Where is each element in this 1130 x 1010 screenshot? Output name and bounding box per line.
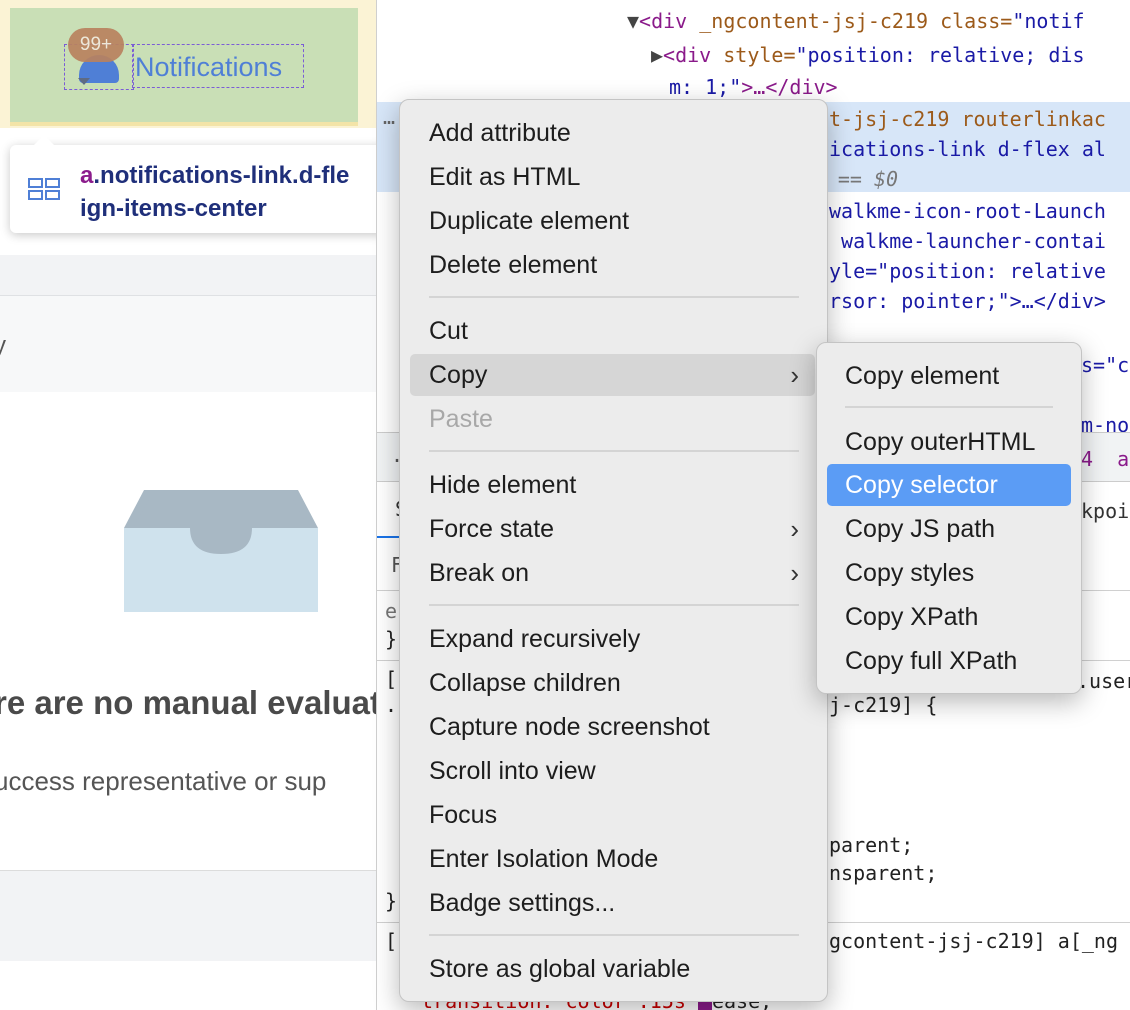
dollar-zero-ref: == $0 [825, 167, 899, 191]
dom-node-line[interactable]: s="c [1081, 350, 1129, 380]
breadcrumb-fragment[interactable]: 4 a [1081, 444, 1129, 474]
copy-submenu: Copy element Copy outerHTML Copy selecto… [816, 342, 1082, 694]
menu-separator [429, 450, 799, 452]
menu-item-break-on-label: Break on [429, 559, 530, 587]
page-footer-band [0, 870, 378, 961]
menu-item-badge-settings[interactable]: Badge settings... [410, 882, 815, 924]
menu-separator [429, 604, 799, 606]
menu-item-focus[interactable]: Focus [410, 794, 815, 836]
tooltip-selector: a.notifications-link.d-fle ign-items-cen… [80, 159, 378, 225]
style-rule-fragment: [ [385, 929, 398, 953]
tooltip-classes: .notifications-link.d-fle [93, 162, 350, 189]
dom-node-line[interactable]: ications-link d-flex al [829, 134, 1106, 164]
dom-node-line[interactable]: t-jsj-c219 routerlinkac [829, 104, 1106, 134]
style-rule-brace: } [385, 889, 398, 913]
menu-item-edit-as-html[interactable]: Edit as HTML [410, 156, 815, 198]
dom-node-line: m: 1;">…</div> [669, 75, 838, 99]
menu-separator [429, 296, 799, 298]
menu-item-delete-element[interactable]: Delete element [410, 244, 815, 286]
menu-item-scroll-into-view[interactable]: Scroll into view [410, 750, 815, 792]
submenu-item-copy-selector[interactable]: Copy selector [827, 464, 1071, 506]
dom-node-line[interactable]: ▶<div style="position: relative; dis [651, 40, 1085, 70]
notifications-link[interactable]: Notifications [132, 44, 304, 88]
dom-node-line[interactable]: walkme-launcher-contai [829, 226, 1106, 256]
tooltip-classes-line2: ign-items-center [80, 195, 267, 222]
submenu-item-copy-xpath[interactable]: Copy XPath [827, 596, 1071, 638]
menu-item-store-as-global-variable[interactable]: Store as global variable [410, 948, 815, 990]
empty-state-title: re are no manual evaluat [0, 684, 378, 721]
dom-node-line[interactable]: walkme-icon-root-Launch [829, 196, 1106, 226]
empty-state-subtitle: uccess representative or sup [0, 766, 327, 796]
menu-item-cut[interactable]: Cut [410, 310, 815, 352]
style-rule-selector: j-c219] { [829, 693, 938, 717]
submenu-item-copy-js-path[interactable]: Copy JS path [827, 508, 1071, 550]
context-menu: Add attribute Edit as HTML Duplicate ele… [399, 99, 828, 1002]
menu-separator [429, 934, 799, 936]
submenu-item-copy-element[interactable]: Copy element [827, 355, 1071, 397]
page-grey-band [0, 255, 378, 296]
style-declaration: nsparent; [829, 861, 938, 885]
submenu-item-copy-styles[interactable]: Copy styles [827, 552, 1071, 594]
dom-node-line[interactable]: rsor: pointer;">…</div> [829, 286, 1106, 316]
flex-layout-icon [28, 178, 60, 200]
submenu-item-copy-full-xpath[interactable]: Copy full XPath [827, 640, 1071, 682]
submenu-item-copy-outerhtml[interactable]: Copy outerHTML [827, 421, 1071, 463]
tab-dom-breakpoints[interactable]: kpoi [1081, 496, 1129, 526]
menu-item-capture-node-screenshot[interactable]: Capture node screenshot [410, 706, 815, 748]
empty-inbox-icon [124, 490, 318, 612]
menu-item-paste: Paste [429, 405, 493, 433]
node-ellipsis[interactable]: … [383, 102, 395, 132]
dom-node-line[interactable]: yle="position: relative [829, 256, 1106, 286]
section-heading-fragment: y [0, 332, 6, 359]
style-rule-brace: } [385, 627, 398, 651]
menu-item-copy-label: Copy [429, 361, 488, 389]
chevron-right-icon: › [790, 360, 799, 390]
chevron-right-icon: › [790, 514, 799, 544]
style-rule-fragment: e [385, 599, 398, 623]
style-rule-fragment: . [385, 693, 398, 717]
menu-item-add-attribute[interactable]: Add attribute [410, 112, 815, 154]
menu-item-copy[interactable]: Copy › [410, 354, 815, 396]
expand-triangle-icon[interactable]: ▼ [627, 9, 639, 33]
menu-item-hide-element[interactable]: Hide element [410, 464, 815, 506]
menu-item-force-state-label: Force state [429, 515, 555, 543]
section-bar [0, 296, 378, 392]
chevron-right-icon: › [790, 558, 799, 588]
style-declaration: parent; [829, 833, 914, 857]
menu-separator [845, 406, 1053, 408]
menu-item-duplicate-element[interactable]: Duplicate element [410, 200, 815, 242]
collapse-triangle-icon[interactable]: ▶ [651, 43, 663, 67]
notification-count-badge: 99+ [68, 28, 124, 62]
menu-item-collapse-children[interactable]: Collapse children [410, 662, 815, 704]
style-rule-selector: .user [1077, 669, 1130, 693]
tooltip-tag: a [80, 162, 94, 189]
style-rule-selector: gcontent-jsj-c219] a[_ng [829, 929, 1118, 953]
menu-item-expand-recursively[interactable]: Expand recursively [410, 618, 815, 660]
inspect-tooltip: a.notifications-link.d-fle ign-items-cen… [10, 135, 378, 233]
caret-down-icon [78, 78, 90, 85]
menu-item-enter-isolation-mode[interactable]: Enter Isolation Mode [410, 838, 815, 880]
dom-node-line[interactable]: ▼<div _ngcontent-jsj-c219 class="notif [627, 6, 1085, 36]
web-page: 99+ Notifications a.notifications-link.d… [0, 0, 378, 1010]
menu-item-break-on[interactable]: Break on › [410, 552, 815, 594]
menu-item-force-state[interactable]: Force state › [410, 508, 815, 550]
